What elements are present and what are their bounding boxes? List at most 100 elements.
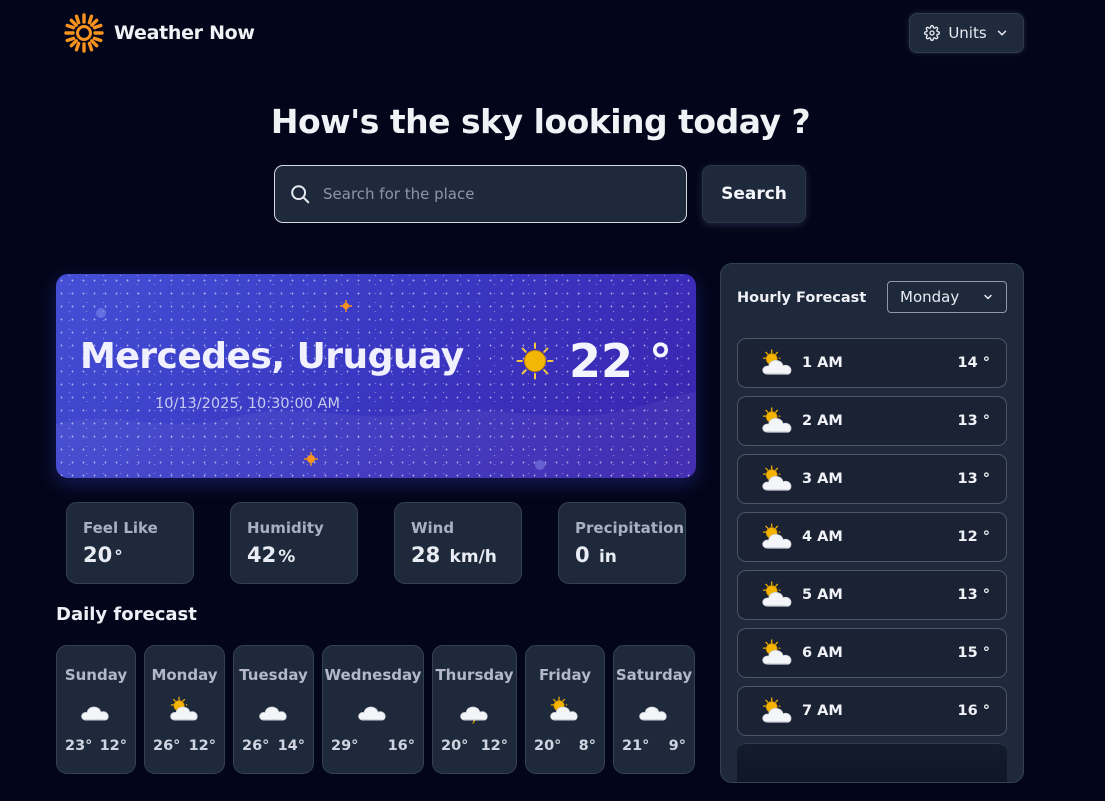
- daily-forecast-card-monday[interactable]: Monday 26° 12°: [144, 645, 225, 774]
- partly-cloudy-icon: [762, 407, 792, 433]
- current-weather-card: Mercedes, Uruguay 10/13/2025, 10:30:00 A…: [56, 274, 696, 478]
- stat-unit: km/h: [449, 547, 497, 567]
- hourly-row[interactable]: 4 AM 12 °: [737, 512, 1007, 562]
- current-temperature: 22 °: [568, 334, 672, 388]
- stat-number: 20: [83, 543, 113, 567]
- hour-icon-wrap: [760, 697, 796, 730]
- day-icon-wrap: [356, 696, 390, 728]
- daily-forecast-card-wednesday[interactable]: Wednesday 29° 16°: [322, 645, 424, 774]
- day-name: Thursday: [435, 666, 514, 684]
- stat-value: 28 km/h: [411, 543, 521, 567]
- stat-precipitation: Precipitation 0 in: [558, 502, 686, 584]
- cloud-icon: [258, 706, 287, 721]
- units-label: Units: [948, 24, 987, 42]
- stat-wind: Wind 28 km/h: [394, 502, 522, 584]
- partly-cloudy-icon: [762, 697, 792, 723]
- daily-forecast-card-sunday[interactable]: Sunday 23° 12°: [56, 645, 136, 774]
- daily-forecast-title: Daily forecast: [56, 604, 197, 625]
- stat-humidity: Humidity 42%: [230, 502, 358, 584]
- day-icon-wrap: [637, 696, 671, 728]
- stat-unit: in: [598, 547, 617, 567]
- hour-temp: 16 °: [957, 703, 990, 719]
- hourly-row[interactable]: 3 AM 13 °: [737, 454, 1007, 504]
- units-dropdown-button[interactable]: Units: [909, 13, 1024, 53]
- daily-forecast-card-saturday[interactable]: Saturday 21° 9°: [613, 645, 695, 774]
- hour-time: 2 AM: [802, 413, 843, 429]
- hour-temp: 14 °: [957, 355, 990, 371]
- partly-cloudy-icon: [762, 523, 792, 549]
- hour-icon-wrap: [760, 523, 796, 556]
- hour-temp: 12 °: [957, 529, 990, 545]
- day-low-temp: 8°: [578, 738, 596, 754]
- hour-icon-wrap: [760, 349, 796, 382]
- hour-icon-wrap: [760, 407, 796, 440]
- day-low-temp: 12°: [188, 738, 216, 754]
- hour-time: 1 AM: [802, 355, 843, 371]
- hour-time: 6 AM: [802, 645, 843, 661]
- sunny-icon: [516, 342, 554, 380]
- stat-label: Humidity: [247, 519, 324, 537]
- partly-cloudy-icon: [550, 696, 578, 721]
- stat-value: 0 in: [575, 543, 685, 567]
- stat-unit: °: [114, 547, 123, 567]
- hour-icon-wrap: [760, 639, 796, 672]
- hourly-row[interactable]: 7 AM 16 °: [737, 686, 1007, 736]
- day-name: Sunday: [64, 666, 128, 684]
- day-low-temp: 14°: [277, 738, 305, 754]
- day-low-temp: 16°: [387, 738, 415, 754]
- search-icon: [291, 185, 310, 204]
- hour-time: 5 AM: [802, 587, 843, 603]
- day-high-temp: 26°: [242, 738, 270, 754]
- app-title: Weather Now: [114, 22, 255, 44]
- day-name: Monday: [151, 666, 218, 684]
- hourly-forecast-title: Hourly Forecast: [737, 290, 867, 306]
- day-select-value: Monday: [900, 288, 960, 306]
- stat-number: 28: [411, 543, 441, 567]
- day-low-temp: 12°: [480, 738, 508, 754]
- location-datetime: 10/13/2025, 10:30:00 AM: [155, 396, 340, 412]
- day-name: Saturday: [615, 666, 693, 684]
- hour-temp: 13 °: [957, 587, 990, 603]
- day-high-temp: 29°: [331, 738, 359, 754]
- search-field[interactable]: [274, 165, 687, 223]
- hourly-row[interactable]: 5 AM 13 °: [737, 570, 1007, 620]
- page-headline: How's the sky looking today ?: [270, 102, 811, 141]
- sun-logo-icon: [64, 13, 104, 53]
- stat-unit: %: [278, 547, 296, 567]
- day-name: Friday: [538, 666, 591, 684]
- thunderstorm-icon: [459, 706, 488, 725]
- daily-forecast-card-thursday[interactable]: Thursday 20° 12°: [432, 645, 517, 774]
- stat-label: Precipitation: [575, 519, 685, 537]
- app-logo[interactable]: Weather Now: [64, 13, 255, 53]
- search-button[interactable]: Search: [702, 165, 806, 223]
- chevron-down-icon: [997, 30, 1006, 36]
- hourly-row[interactable]: 2 AM 13 °: [737, 396, 1007, 446]
- hourly-row[interactable]: 6 AM 15 °: [737, 628, 1007, 678]
- hour-time: 4 AM: [802, 529, 843, 545]
- partly-cloudy-icon: [169, 696, 198, 721]
- search-input[interactable]: [323, 185, 663, 203]
- hour-temp: 13 °: [957, 471, 990, 487]
- day-select[interactable]: Monday: [887, 281, 1007, 313]
- stat-number: 0: [575, 543, 590, 567]
- cloud-icon: [639, 706, 667, 721]
- day-icon-wrap: [458, 696, 492, 728]
- day-high-temp: 20°: [534, 738, 562, 754]
- chevron-down-icon: [984, 294, 992, 300]
- stat-value: 20 °: [83, 543, 193, 567]
- hour-icon-wrap: [760, 581, 796, 614]
- hourly-forecast-panel: Hourly Forecast Monday 1 AM 14 ° 2 AM 13 ° 3…: [720, 263, 1024, 783]
- day-name: Tuesday: [239, 666, 308, 684]
- day-high-temp: 26°: [153, 738, 181, 754]
- cloud-icon: [81, 706, 109, 721]
- day-name: Wednesday: [324, 666, 422, 684]
- hourly-row-partial: [737, 743, 1007, 782]
- hourly-row[interactable]: 1 AM 14 °: [737, 338, 1007, 388]
- daily-forecast-card-tuesday[interactable]: Tuesday 26° 14°: [233, 645, 314, 774]
- gear-icon: [924, 25, 941, 41]
- daily-forecast-card-friday[interactable]: Friday 20° 8°: [525, 645, 605, 774]
- day-low-temp: 9°: [668, 738, 686, 754]
- hour-temp: 15 °: [957, 645, 990, 661]
- day-icon-wrap: [79, 696, 113, 728]
- day-icon-wrap: [168, 696, 202, 728]
